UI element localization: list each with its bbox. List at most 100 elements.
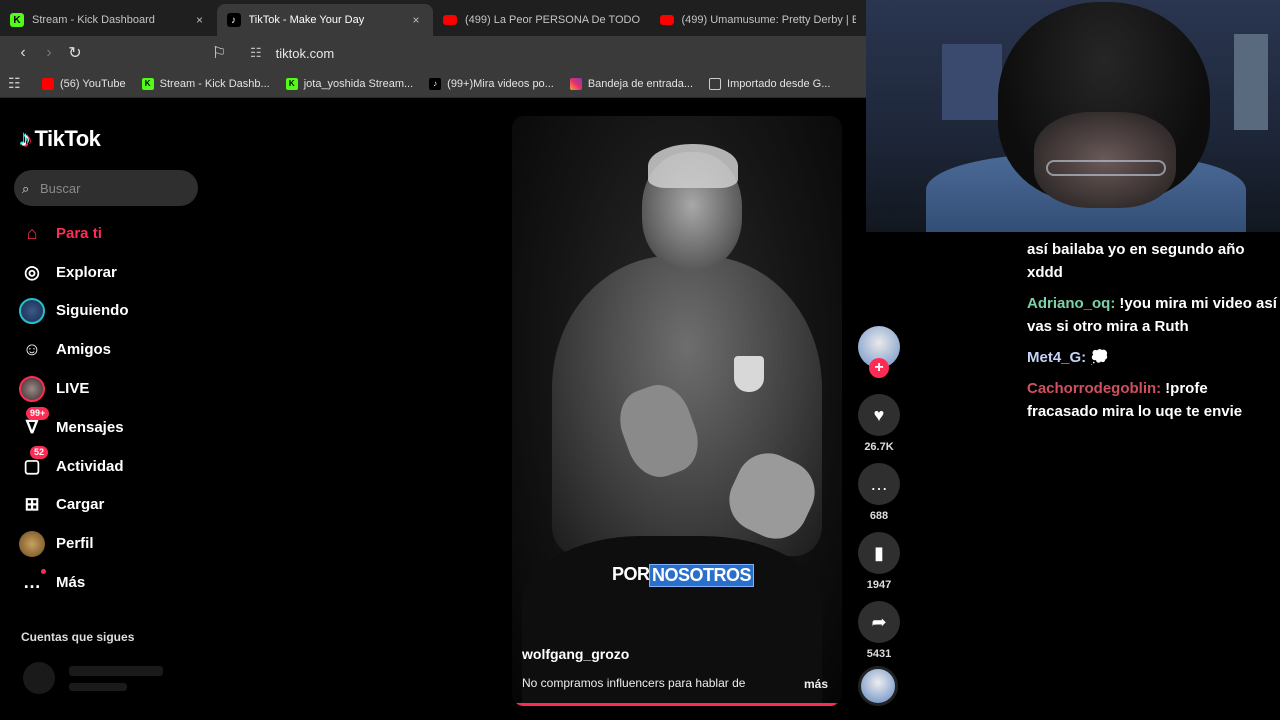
- close-tab-icon[interactable]: ×: [193, 13, 207, 27]
- chat-emote: 💭: [1090, 349, 1109, 366]
- messages-badge: 99+: [26, 407, 50, 421]
- folder-icon: [709, 77, 722, 90]
- sidebar-item-label: Mensajes: [56, 418, 124, 436]
- apps-grid-icon[interactable]: ☷: [8, 75, 26, 92]
- compass-icon: ◎: [24, 261, 40, 282]
- video-progress-bar[interactable]: [516, 703, 838, 706]
- screen: K Stream - Kick Dashboard × ♪ TikTok - M…: [0, 0, 1280, 720]
- live-avatar-icon: [16, 375, 48, 403]
- shirt-crest: [734, 356, 764, 392]
- sidebar-item-amigos[interactable]: ☺ Amigos: [16, 330, 206, 369]
- bookmark-jota-stream[interactable]: K jota_yoshida Stream...: [285, 77, 414, 90]
- sidebar-item-actividad[interactable]: ▢ 52 Actividad: [16, 446, 206, 486]
- tiktok-icon: ♪: [226, 13, 241, 27]
- close-tab-icon[interactable]: ×: [409, 13, 423, 27]
- tab-title: TikTok - Make Your Day: [248, 14, 365, 26]
- sidebar-item-live[interactable]: LIVE: [16, 369, 206, 408]
- sidebar-item-label: Siguiendo: [56, 302, 129, 320]
- forward-icon[interactable]: ›: [36, 40, 62, 66]
- reload-icon[interactable]: ↻: [62, 40, 88, 66]
- like-count: 26.7K: [864, 441, 894, 453]
- following-accounts-title: Cuentas que sigues: [21, 630, 135, 644]
- tab-youtube-umamusume[interactable]: (499) Umamusume: Pretty Derby | Ep: [650, 4, 867, 36]
- tiktok-logo[interactable]: ♪ TikTok: [20, 126, 101, 152]
- more-button[interactable]: más: [804, 677, 828, 691]
- site-info-icon[interactable]: ☷: [250, 45, 262, 61]
- bookmark-icon[interactable]: ⚐: [206, 40, 232, 66]
- share-button[interactable]: ➦ 5431: [858, 601, 900, 660]
- video-caption-highlight: NOSOTROS: [649, 564, 755, 587]
- sidebar-item-label: Amigos: [56, 341, 112, 359]
- sidebar-item-para-ti[interactable]: ⌂ Para ti: [16, 214, 206, 253]
- like-button[interactable]: ♥ 26.7K: [858, 394, 900, 453]
- browser-toolbar: ‹ › ↻ ⚐ ☷ tiktok.com: [0, 36, 866, 70]
- loading-line-placeholder: [69, 666, 163, 676]
- tab-kick-dashboard[interactable]: K Stream - Kick Dashboard ×: [0, 4, 217, 36]
- loading-avatar-placeholder: [23, 662, 55, 694]
- sidebar-item-label: LIVE: [56, 380, 90, 398]
- tab-youtube-la-peor[interactable]: (499) La Peor PERSONA De TODO KICK: [433, 4, 650, 36]
- wall-poster: [942, 44, 1002, 120]
- back-icon[interactable]: ‹: [10, 40, 36, 66]
- tab-title: (499) La Peor PERSONA De TODO KICK: [465, 14, 640, 26]
- search-input[interactable]: ⌕ Buscar: [14, 170, 198, 206]
- sidebar-item-perfil[interactable]: Perfil: [16, 524, 206, 563]
- streamer-glasses: [1046, 160, 1166, 176]
- notification-dot: [41, 568, 46, 574]
- sidebar-item-mas[interactable]: … Más: [16, 563, 206, 602]
- browser-window: K Stream - Kick Dashboard × ♪ TikTok - M…: [0, 0, 866, 720]
- bookmark-tiktok[interactable]: ♪ (99+)Mira videos po...: [429, 77, 554, 90]
- tiktok-icon: ♪: [429, 77, 442, 90]
- home-icon: ⌂: [26, 222, 38, 243]
- save-button[interactable]: ▮ 1947: [858, 532, 900, 591]
- chat-message: Met4_G: 💭: [1027, 346, 1277, 369]
- youtube-icon: [443, 15, 457, 25]
- video-author[interactable]: wolfgang_grozo: [522, 646, 629, 662]
- bookmark-label: jota_yoshida Stream...: [303, 77, 414, 90]
- sidebar-item-explorar[interactable]: ◎ Explorar: [16, 253, 206, 292]
- bookmarks-bar: ☷ (56) YouTube K Stream - Kick Dashb... …: [0, 70, 866, 98]
- bookmark-youtube[interactable]: (56) YouTube: [42, 77, 126, 90]
- tiktok-page: ♪ TikTok ⌕ Buscar ⌂ Para ti ◎ Explorar S…: [0, 98, 866, 720]
- logo-text: TikTok: [34, 126, 101, 151]
- sidebar-item-siguiendo[interactable]: Siguiendo: [16, 292, 206, 331]
- sidebar-item-cargar[interactable]: ⊞ Cargar: [16, 486, 206, 525]
- youtube-icon: [659, 15, 674, 25]
- bookmark-kick-dashboard[interactable]: K Stream - Kick Dashb...: [141, 77, 270, 90]
- bookmark-label: Importado desde G...: [727, 77, 831, 90]
- more-dots-icon: …: [16, 568, 48, 597]
- comment-button[interactable]: … 688: [858, 463, 900, 522]
- chat-message: así bailaba yo en segundo año xddd: [1027, 238, 1277, 284]
- bookmark-instagram[interactable]: Bandeja de entrada...: [569, 77, 693, 90]
- bookmark-icon: ▮: [858, 532, 900, 574]
- music-disc-avatar[interactable]: [858, 666, 898, 706]
- video-description: No compramos influencers para hablar de: [522, 676, 746, 690]
- comment-count: 688: [869, 510, 889, 522]
- video-person-hair: [648, 144, 738, 188]
- chat-message: Cachorrodegoblin: !profe fracasado mira l…: [1027, 377, 1277, 423]
- chat-username: Met4_G:: [1027, 349, 1087, 366]
- sidebar-item-mensajes[interactable]: ∇ 99+ Mensajes: [16, 407, 206, 447]
- heart-icon: ♥: [858, 394, 900, 436]
- video-player[interactable]: POR NOSOTROS wolfgang_grozo No compramos…: [512, 116, 842, 706]
- kick-icon: K: [141, 77, 154, 90]
- chat-message: Adriano_oq: !you mira mi video así vas si…: [1027, 292, 1277, 338]
- tab-tiktok[interactable]: ♪ TikTok - Make Your Day ×: [216, 4, 433, 36]
- chat-text: así bailaba yo en segundo año xddd: [1027, 241, 1245, 281]
- friends-icon: ☺: [22, 339, 42, 360]
- youtube-icon: [42, 77, 54, 90]
- tab-title: (499) Umamusume: Pretty Derby | Ep: [681, 14, 857, 26]
- video-frame: [512, 116, 842, 706]
- upload-icon: ⊞: [24, 494, 40, 515]
- sidebar-nav: ⌂ Para ti ◎ Explorar Siguiendo ☺ Amigos: [16, 214, 206, 602]
- video-caption-word: POR: [612, 564, 650, 584]
- tab-title: Stream - Kick Dashboard: [32, 14, 155, 26]
- bookmark-folder-imported[interactable]: Importado desde G...: [709, 77, 831, 90]
- address-bar[interactable]: ☷ tiktok.com: [244, 39, 866, 67]
- follow-plus-icon[interactable]: +: [869, 358, 889, 378]
- bookmark-label: (56) YouTube: [60, 77, 126, 90]
- wall-poster: [1234, 34, 1268, 130]
- webcam-overlay: [866, 0, 1280, 232]
- search-placeholder: Buscar: [40, 180, 81, 196]
- video-progress-fill: [516, 703, 835, 706]
